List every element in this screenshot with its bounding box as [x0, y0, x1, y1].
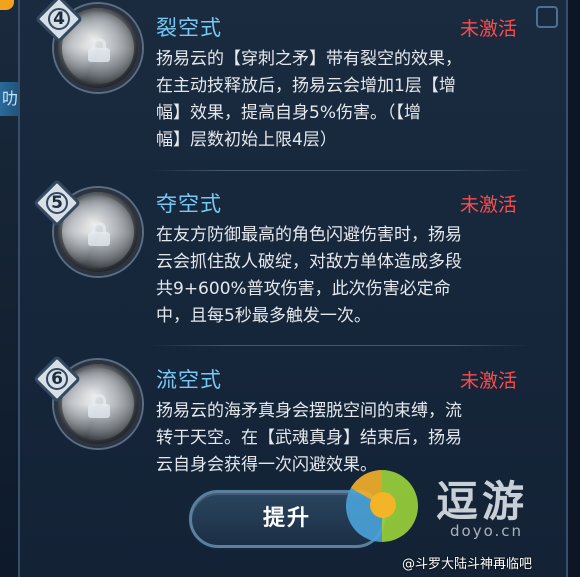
skill-icon-4[interactable]: 4 — [34, 0, 150, 100]
site-logo-url: doyo.cn — [450, 522, 524, 540]
desc-line: 共9+600%普攻伤害，此次伤害必定命 — [156, 279, 451, 299]
logo-dot — [370, 492, 396, 518]
desc-line: 在友方防御最高的角色闪避伤害时，扬易 — [156, 225, 462, 245]
desc-line: 扬易云的海矛真身会摆脱空间的束缚，流 — [156, 401, 462, 421]
site-logo-text: 逗游 — [436, 477, 529, 526]
desc-line: 幅】效果，提高自身5%伤害。（【增 — [156, 103, 421, 123]
skill-description: 扬易云的海矛真身会摆脱空间的束缚，流 转于天空。在【武魂真身】结束后，扬易 云自… — [156, 398, 526, 479]
skill-title: 夺空式 — [156, 192, 222, 216]
skill-number: 5 — [51, 193, 63, 213]
desc-line: 扬易云的【穿刺之矛】带有裂空的效果， — [156, 49, 462, 69]
skill-icon-5[interactable]: 5 — [32, 178, 150, 284]
skill-status: 未激活 — [460, 194, 518, 216]
skill-description: 扬易云的【穿刺之矛】带有裂空的效果， 在主动技释放后，扬易云会增加1层【增 幅】… — [156, 46, 526, 154]
skill-title: 流空式 — [156, 368, 222, 392]
divider — [150, 345, 530, 346]
lock-icon — [88, 222, 110, 246]
desc-line: 中，且每5秒最多触发一次。 — [156, 306, 371, 326]
skill-number: 6 — [51, 369, 63, 389]
desc-line: 幅】层数初始上限4层） — [156, 130, 337, 150]
desc-line: 云会抓住敌人破绽，对敌方单体造成多段 — [156, 252, 462, 272]
skill-title: 裂空式 — [156, 16, 222, 40]
divider — [150, 170, 530, 171]
skill-icon-6[interactable]: 6 — [32, 352, 150, 456]
lock-icon — [88, 38, 110, 62]
desc-line: 转于天空。在【武魂真身】结束后，扬易 — [156, 428, 462, 448]
lock-icon — [88, 394, 110, 418]
skill-description: 在友方防御最高的角色闪避伤害时，扬易 云会抓住敌人破绽，对敌方单体造成多段 共9… — [156, 222, 526, 330]
desc-line: 在主动技释放后，扬易云会增加1层【增 — [156, 76, 456, 96]
skill-status: 未激活 — [460, 370, 518, 392]
skill-status: 未激活 — [460, 18, 518, 40]
watermark: @斗罗大陆斗神再临吧 — [402, 557, 533, 572]
skill-number: 4 — [53, 9, 65, 29]
